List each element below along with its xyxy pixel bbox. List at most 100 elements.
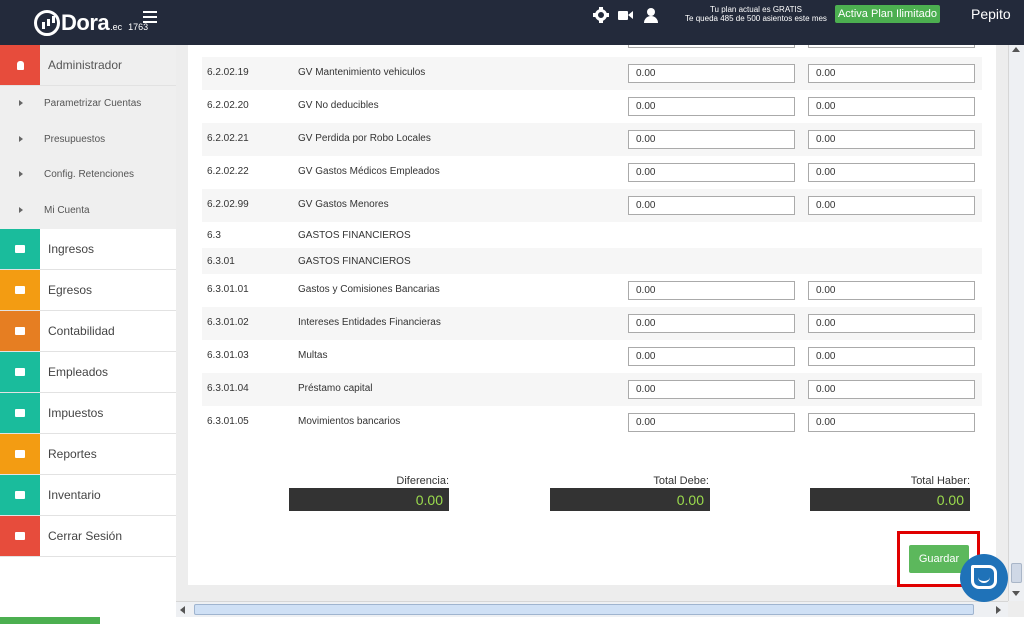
scroll-right-icon[interactable] <box>996 606 1001 614</box>
haber-input[interactable] <box>808 314 975 333</box>
total-debe-value: 0.00 <box>550 488 710 511</box>
debe-input[interactable] <box>628 380 795 399</box>
video-camera-icon[interactable] <box>618 7 634 23</box>
debe-input[interactable] <box>628 163 795 182</box>
table-row: 6.3.01.04 Préstamo capital <box>202 373 982 406</box>
sidebar-item[interactable]: Impuestos <box>0 393 176 434</box>
users-icon <box>0 352 40 392</box>
taskbar-strip <box>0 617 100 624</box>
top-bar: Dora .ec 1763 Tu plan actual es GRATIS T… <box>0 0 1024 45</box>
caret-right-icon <box>19 100 23 106</box>
main-content[interactable]: 6.2.02.19GV Mantenimiento vehiculos6.2.0… <box>176 45 1008 601</box>
account-name: GV Gastos Menores <box>298 199 389 210</box>
haber-input[interactable] <box>808 413 975 432</box>
account-name: Movimientos bancarios <box>298 416 401 427</box>
guardar-button[interactable]: Guardar <box>909 545 969 573</box>
plan-info: Tu plan actual es GRATIS Te queda 485 de… <box>680 5 832 23</box>
haber-input[interactable] <box>808 45 975 48</box>
table-row: 6.2.02.20 GV No deducibles <box>202 90 982 123</box>
haber-input[interactable] <box>808 196 975 215</box>
briefcase-icon <box>0 311 40 351</box>
account-code: 6.2.02.20 <box>207 100 249 111</box>
sidebar-subitem[interactable]: Mi Cuenta <box>0 193 176 229</box>
debe-input[interactable] <box>628 130 795 149</box>
debe-input[interactable] <box>628 64 795 83</box>
plan-line-1: Tu plan actual es GRATIS <box>709 5 803 14</box>
total-debe-label: Total Debe: <box>653 475 709 487</box>
account-code: 6.3.01.05 <box>207 416 249 427</box>
vertical-scroll-thumb[interactable] <box>1011 563 1022 583</box>
table-row: 6.3.01.05 Movimientos bancarios <box>202 406 982 439</box>
sidebar-subitem[interactable]: Config. Retenciones <box>0 157 176 193</box>
sidebar-subitem[interactable]: Presupuestos <box>0 122 176 158</box>
sidebar-item-label: Contabilidad <box>48 324 115 338</box>
haber-input[interactable] <box>808 380 975 399</box>
diferencia-label: Diferencia: <box>396 475 449 487</box>
haber-input[interactable] <box>808 281 975 300</box>
horizontal-scroll-thumb[interactable] <box>194 604 974 615</box>
table-row: 6.2.02.19 GV Mantenimiento vehiculos <box>202 57 982 90</box>
plan-line-2: Te queda 485 de 500 asientos este mes <box>685 14 827 23</box>
balance-icon <box>0 393 40 433</box>
sidebar-subitem-label: Parametrizar Cuentas <box>44 98 142 109</box>
menu-toggle-icon[interactable] <box>143 11 157 23</box>
table-row: 6.2.02.22 GV Gastos Médicos Empleados <box>202 156 982 189</box>
sidebar: Administrador Parametrizar Cuentas Presup… <box>0 45 176 624</box>
sidebar-item-administrador[interactable]: Administrador <box>0 45 176 86</box>
settings-gear-icon[interactable] <box>593 7 609 23</box>
haber-input[interactable] <box>808 163 975 182</box>
sidebar-item[interactable]: Empleados <box>0 352 176 393</box>
sidebar-item[interactable]: Ingresos <box>0 229 176 270</box>
horizontal-scrollbar[interactable] <box>176 601 1008 617</box>
debe-input[interactable] <box>628 97 795 116</box>
sidebar-item[interactable]: Contabilidad <box>0 311 176 352</box>
total-haber-label: Total Haber: <box>910 475 970 487</box>
sidebar-item[interactable]: Cerrar Sesión <box>0 516 176 557</box>
haber-input[interactable] <box>808 130 975 149</box>
account-name: GV No deducibles <box>298 100 379 111</box>
caret-right-icon <box>19 207 23 213</box>
scroll-up-icon[interactable] <box>1012 47 1020 52</box>
sidebar-item[interactable]: Egresos <box>0 270 176 311</box>
scroll-left-icon[interactable] <box>180 606 185 614</box>
debe-input[interactable] <box>628 281 795 300</box>
chat-widget-icon[interactable] <box>960 554 1008 602</box>
logo-number: 1763 <box>128 22 149 32</box>
activate-plan-button[interactable]: Activa Plan Ilimitado <box>835 5 940 23</box>
caret-right-icon <box>19 136 23 142</box>
account-name: GASTOS FINANCIEROS <box>298 256 411 267</box>
sign-out-icon <box>0 270 40 310</box>
user-profile-icon[interactable] <box>643 7 659 23</box>
debe-input[interactable] <box>628 314 795 333</box>
sidebar-empty-area <box>0 557 176 624</box>
logo-text: Dora <box>61 10 110 35</box>
haber-input[interactable] <box>808 347 975 366</box>
vertical-scrollbar[interactable] <box>1008 45 1024 601</box>
chart-icon <box>0 434 40 474</box>
scroll-down-icon[interactable] <box>1012 591 1020 596</box>
sidebar-subitem[interactable]: Parametrizar Cuentas <box>0 86 176 122</box>
haber-input[interactable] <box>808 64 975 83</box>
account-name: GV Gastos Médicos Empleados <box>298 166 440 177</box>
sidebar-item-label: Inventario <box>48 488 101 502</box>
debe-input[interactable] <box>628 413 795 432</box>
sidebar-item-label: Impuestos <box>48 406 104 420</box>
logo-chart-icon <box>34 10 60 36</box>
account-code: 6.3.01.03 <box>207 350 249 361</box>
debe-input[interactable] <box>628 196 795 215</box>
debe-input[interactable] <box>628 347 795 366</box>
bottom-strip <box>176 617 1024 624</box>
table-row: 6.2.02.21 GV Perdida por Robo Locales <box>202 123 982 156</box>
haber-input[interactable] <box>808 97 975 116</box>
sidebar-subitem-label: Presupuestos <box>44 134 106 145</box>
logo[interactable]: Dora .ec 1763 <box>34 10 148 36</box>
debe-input[interactable] <box>628 45 795 48</box>
account-name: Intereses Entidades Financieras <box>298 317 441 328</box>
account-code: 6.3.01.02 <box>207 317 249 328</box>
username[interactable]: Pepito <box>971 6 1011 22</box>
sidebar-item[interactable]: Inventario <box>0 475 176 516</box>
account-name: Gastos y Comisiones Bancarias <box>298 284 440 295</box>
account-code: 6.2.02.22 <box>207 166 249 177</box>
sidebar-item[interactable]: Reportes <box>0 434 176 475</box>
box-icon <box>0 475 40 515</box>
